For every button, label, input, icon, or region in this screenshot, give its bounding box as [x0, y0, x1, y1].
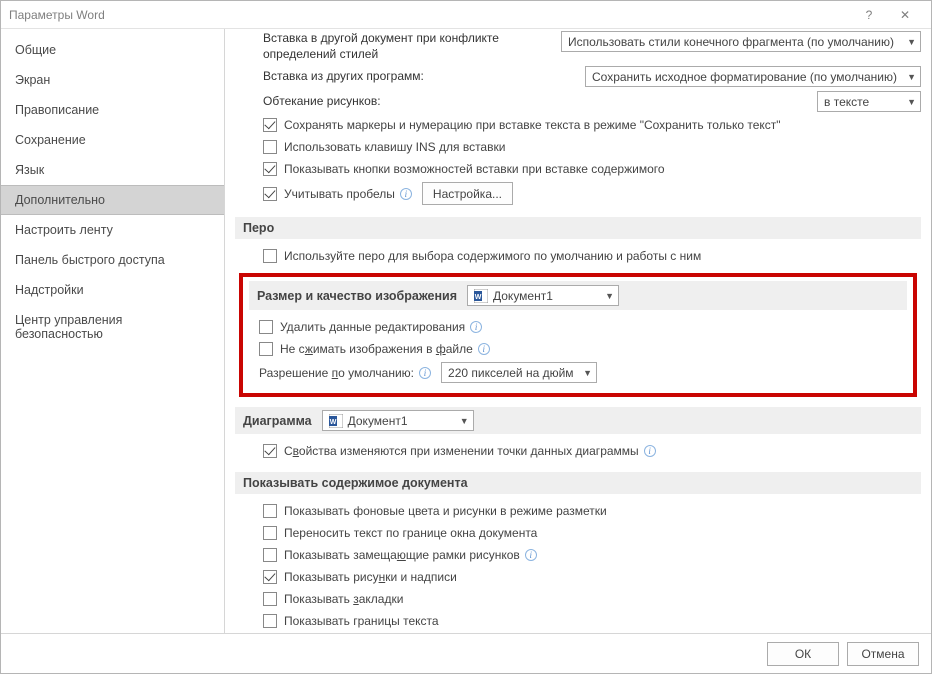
sidebar-item-label: Общие [15, 43, 56, 57]
show-drawings-label: Показывать рисунки и надписи [284, 570, 457, 584]
sidebar-item-label: Надстройки [15, 283, 84, 297]
chevron-down-icon: ▼ [907, 72, 916, 82]
chevron-down-icon: ▼ [460, 416, 469, 426]
sidebar-item-label: Правописание [15, 103, 99, 117]
wrap-images-label: Обтекание рисунков: [263, 94, 633, 110]
sidebar-item-proofing[interactable]: Правописание [1, 95, 224, 125]
help-button[interactable]: ? [851, 1, 887, 29]
show-bookmarks-checkbox[interactable] [263, 592, 277, 606]
sidebar-item-label: Сохранение [15, 133, 86, 147]
show-bookmarks-label: Показывать закладки [284, 592, 403, 606]
info-icon[interactable] [470, 321, 482, 333]
no-compress-checkbox[interactable] [259, 342, 273, 356]
insert-conflict-label: Вставка в другой документ при конфликте … [263, 31, 533, 62]
info-icon[interactable] [419, 367, 431, 379]
sidebar-item-qat[interactable]: Панель быстрого доступа [1, 245, 224, 275]
wrap-window-checkbox[interactable] [263, 526, 277, 540]
show-text-bounds-label: Показывать границы текста [284, 614, 439, 628]
smart-cut-paste-label: Учитывать пробелы [284, 187, 395, 201]
discard-edit-label: Удалить данные редактирования [280, 320, 465, 334]
chevron-down-icon: ▼ [583, 368, 592, 378]
placeholder-imgs-checkbox[interactable] [263, 548, 277, 562]
svg-text:W: W [329, 419, 336, 426]
chart-props-checkbox[interactable] [263, 444, 277, 458]
no-compress-label: Не сжимать изображения в файле [280, 342, 473, 356]
settings-button[interactable]: Настройка... [422, 182, 513, 205]
wrap-images-select[interactable]: в тексте ▼ [817, 91, 921, 112]
sidebar-item-display[interactable]: Экран [1, 65, 224, 95]
ins-key-checkbox[interactable] [263, 140, 277, 154]
titlebar: Параметры Word ? ✕ [1, 1, 931, 29]
sidebar: Общие Экран Правописание Сохранение Язык… [1, 29, 225, 633]
sidebar-item-label: Настроить ленту [15, 223, 113, 237]
sidebar-item-label: Дополнительно [15, 193, 105, 207]
paste-options-checkbox[interactable] [263, 162, 277, 176]
wrap-window-label: Переносить текст по границе окна докумен… [284, 526, 537, 540]
chevron-down-icon: ▼ [907, 97, 916, 107]
pen-select-checkbox[interactable] [263, 249, 277, 263]
discard-edit-checkbox[interactable] [259, 320, 273, 334]
word-doc-icon: W [329, 414, 343, 428]
sidebar-item-ribbon[interactable]: Настроить ленту [1, 215, 224, 245]
insert-other-label: Вставка из других программ: [263, 69, 533, 85]
sidebar-item-trust[interactable]: Центр управления безопасностью [1, 305, 224, 349]
sidebar-item-label: Центр управления безопасностью [15, 313, 122, 341]
dialog-footer: ОК Отмена [1, 633, 931, 673]
show-bg-checkbox[interactable] [263, 504, 277, 518]
ok-button[interactable]: ОК [767, 642, 839, 666]
chevron-down-icon: ▼ [907, 37, 916, 47]
placeholder-imgs-label: Показывать замещающие рамки рисунков [284, 548, 520, 562]
smart-cut-paste-checkbox[interactable] [263, 187, 277, 201]
options-dialog: Параметры Word ? ✕ Общие Экран Правописа… [0, 0, 932, 674]
sidebar-item-label: Панель быстрого доступа [15, 253, 165, 267]
ins-key-label: Использовать клавишу INS для вставки [284, 140, 505, 154]
section-show-content: Показывать содержимое документа [235, 472, 921, 494]
insert-other-select[interactable]: Сохранить исходное форматирование (по ум… [585, 66, 921, 87]
pen-select-label: Используйте перо для выбора содержимого … [284, 249, 701, 263]
sidebar-item-addins[interactable]: Надстройки [1, 275, 224, 305]
show-drawings-checkbox[interactable] [263, 570, 277, 584]
chevron-down-icon: ▼ [605, 291, 614, 301]
info-icon[interactable] [478, 343, 490, 355]
section-chart: Диаграмма W Документ1 ▼ [235, 407, 921, 434]
content-panel[interactable]: Вставка в другой документ при конфликте … [225, 29, 931, 633]
paste-options-label: Показывать кнопки возможностей вставки п… [284, 162, 665, 176]
window-title: Параметры Word [9, 8, 851, 22]
info-icon[interactable] [525, 549, 537, 561]
chart-props-label: Свойства изменяются при изменении точки … [284, 444, 639, 458]
insert-conflict-select[interactable]: Использовать стили конечного фрагмента (… [561, 31, 921, 52]
close-button[interactable]: ✕ [887, 1, 923, 29]
keep-bullets-label: Сохранять маркеры и нумерацию при вставк… [284, 118, 781, 132]
cancel-button[interactable]: Отмена [847, 642, 919, 666]
sidebar-item-advanced[interactable]: Дополнительно [1, 185, 224, 215]
sidebar-item-general[interactable]: Общие [1, 35, 224, 65]
show-bg-label: Показывать фоновые цвета и рисунки в реж… [284, 504, 607, 518]
svg-text:W: W [475, 294, 482, 301]
info-icon[interactable] [644, 445, 656, 457]
show-text-bounds-checkbox[interactable] [263, 614, 277, 628]
image-quality-highlight: Размер и качество изображения W Документ… [239, 273, 917, 397]
image-quality-doc-select[interactable]: W Документ1 ▼ [467, 285, 619, 306]
sidebar-item-label: Экран [15, 73, 50, 87]
default-res-label: Разрешение по умолчанию: [259, 366, 414, 380]
chart-doc-select[interactable]: W Документ1 ▼ [322, 410, 474, 431]
default-res-select[interactable]: 220 пикселей на дюйм ▼ [441, 362, 597, 383]
sidebar-item-label: Язык [15, 163, 44, 177]
info-icon[interactable] [400, 188, 412, 200]
section-pen: Перо [235, 217, 921, 239]
word-doc-icon: W [474, 289, 488, 303]
section-image-quality: Размер и качество изображения W Документ… [249, 281, 907, 310]
sidebar-item-language[interactable]: Язык [1, 155, 224, 185]
dialog-body: Общие Экран Правописание Сохранение Язык… [1, 29, 931, 633]
keep-bullets-checkbox[interactable] [263, 118, 277, 132]
sidebar-item-save[interactable]: Сохранение [1, 125, 224, 155]
